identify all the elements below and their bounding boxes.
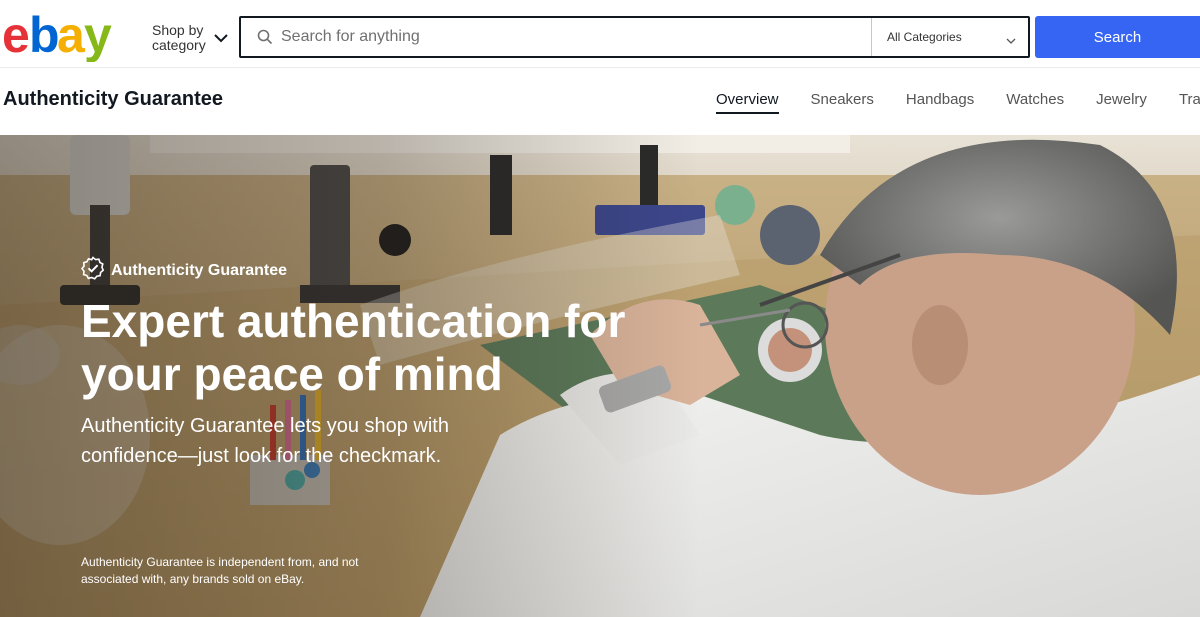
sub-navigation: Authenticity Guarantee Overview Sneakers… <box>0 68 1200 135</box>
shop-by-category-label: Shop by category <box>152 22 206 53</box>
search-bar: All Categories <box>239 16 1030 58</box>
tab-truncated[interactable]: Tra <box>1179 91 1200 114</box>
chevron-down-icon <box>1006 32 1016 50</box>
badge-label: Authenticity Guarantee <box>111 261 288 279</box>
page-title: Authenticity Guarantee <box>3 88 224 110</box>
tab-sneakers[interactable]: Sneakers <box>811 91 874 114</box>
search-icon <box>257 29 273 50</box>
chevron-down-icon <box>214 30 228 48</box>
shop-by-category-button[interactable]: Shop by category <box>152 23 234 53</box>
category-select-label: All Categories <box>887 30 962 44</box>
ebay-logo[interactable]: e b a y <box>2 10 120 62</box>
tab-overview[interactable]: Overview <box>716 91 779 114</box>
svg-text:b: b <box>29 10 58 62</box>
authenticity-badge: Authenticity Guarantee <box>80 256 288 285</box>
svg-text:a: a <box>57 10 86 62</box>
category-select[interactable]: All Categories <box>871 18 1030 56</box>
search-button[interactable]: Search <box>1035 16 1200 58</box>
svg-text:e: e <box>2 10 29 62</box>
hero-subline: Authenticity Guarantee lets you shop wit… <box>81 415 449 467</box>
tab-handbags[interactable]: Handbags <box>906 91 974 114</box>
svg-text:y: y <box>84 10 112 62</box>
search-input[interactable] <box>281 24 861 50</box>
tab-jewelry[interactable]: Jewelry <box>1096 91 1147 114</box>
hero-disclaimer: Authenticity Guarantee is independent fr… <box>81 555 359 586</box>
top-header: e b a y Shop by category All Categories … <box>0 0 1200 68</box>
hero-headline: Expert authentication for your peace of … <box>81 295 626 400</box>
tab-watches[interactable]: Watches <box>1006 91 1064 114</box>
tab-list: Overview Sneakers Handbags Watches Jewel… <box>716 91 1200 114</box>
hero-banner: Authenticity Guarantee Expert authentica… <box>0 135 1200 617</box>
check-circle-icon <box>80 256 105 285</box>
